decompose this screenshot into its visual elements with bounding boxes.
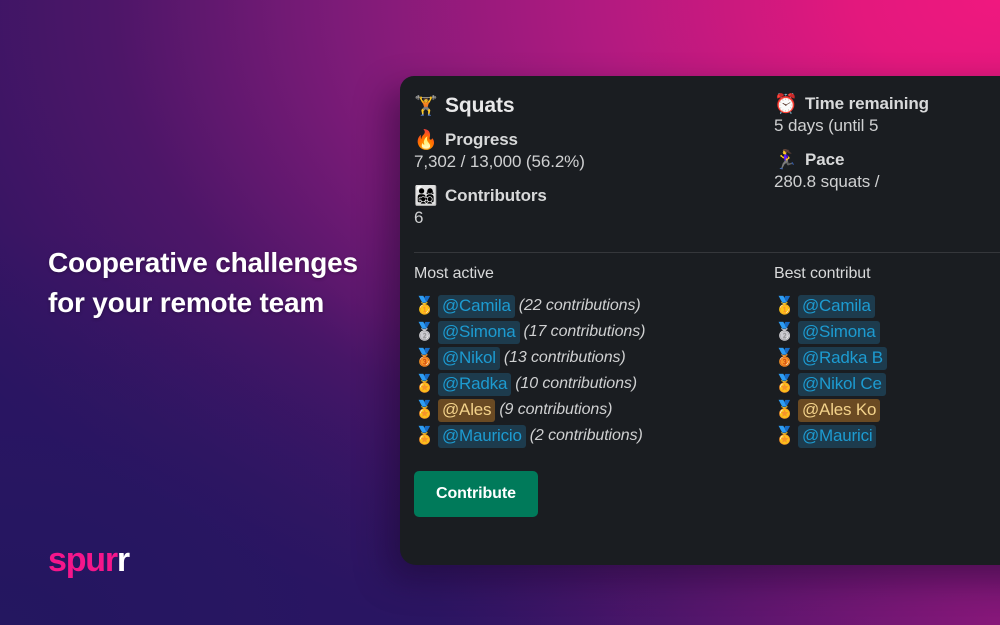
list-item: 🏅 @Maurici bbox=[774, 423, 1000, 449]
contribute-button[interactable]: Contribute bbox=[414, 471, 538, 517]
best-contributors-entries: 🥇 @Camila 🥈 @Simona 🥉 @Radka B 🏅 @Nikol … bbox=[774, 293, 1000, 449]
list-item: 🥉 @Radka B bbox=[774, 345, 1000, 371]
user-mention[interactable]: @Radka B bbox=[798, 346, 887, 370]
list-item: 🏅 @Nikol Ce bbox=[774, 371, 1000, 397]
list-item: 🏅 @Ales Ko bbox=[774, 397, 1000, 423]
progress-label-row: 🔥 Progress bbox=[414, 130, 744, 150]
silver-medal-icon: 🥈 bbox=[774, 321, 796, 342]
most-active-entries: 🥇 @Camila (22 contributions) 🥈 @Simona (… bbox=[414, 293, 750, 449]
user-mention[interactable]: @Camila bbox=[438, 294, 515, 318]
list-item: 🏅 @Ales (9 contributions) bbox=[414, 397, 750, 423]
fire-icon: 🔥 bbox=[414, 128, 438, 151]
logo-text-secondary: r bbox=[116, 541, 130, 579]
progress-label: Progress bbox=[445, 130, 518, 149]
contributors-value: 6 bbox=[414, 208, 424, 227]
sports-medal-icon: 🏅 bbox=[414, 399, 436, 420]
card-stats-section: 🏋️ Squats 🔥 Progress 7,302 / 13,000 (56.… bbox=[400, 94, 1000, 242]
list-item: 🥇 @Camila (22 contributions) bbox=[414, 293, 750, 319]
slack-challenge-card: 🏋️ Squats 🔥 Progress 7,302 / 13,000 (56.… bbox=[400, 76, 1000, 565]
page-headline: Cooperative challenges for your remote t… bbox=[48, 247, 358, 318]
sports-medal-icon: 🏅 bbox=[774, 425, 796, 446]
gold-medal-icon: 🥇 bbox=[414, 295, 436, 316]
gold-medal-icon: 🥇 bbox=[774, 295, 796, 316]
bronze-medal-icon: 🥉 bbox=[774, 347, 796, 368]
user-mention[interactable]: @Simona bbox=[438, 320, 520, 344]
list-item: 🥇 @Camila bbox=[774, 293, 1000, 319]
most-active-list: Most active 🥇 @Camila (22 contributions)… bbox=[400, 265, 760, 449]
list-item: 🥈 @Simona (17 contributions) bbox=[414, 319, 750, 345]
weight-lifter-icon: 🏋️ bbox=[414, 94, 438, 117]
list-item: 🥉 @Nikol (13 contributions) bbox=[414, 345, 750, 371]
contribution-count: (9 contributions) bbox=[499, 401, 613, 418]
list-item: 🏅 @Radka (10 contributions) bbox=[414, 371, 750, 397]
pace-value: 280.8 squats / bbox=[774, 172, 880, 191]
user-mention[interactable]: @Nikol Ce bbox=[798, 372, 886, 396]
contribution-count: (22 contributions) bbox=[518, 297, 641, 314]
user-mention[interactable]: @Nikol bbox=[438, 346, 500, 370]
card-actions: Contribute bbox=[400, 449, 1000, 517]
runner-icon: 🏃‍♀️ bbox=[774, 148, 798, 171]
user-mention[interactable]: @Radka bbox=[438, 372, 512, 396]
sports-medal-icon: 🏅 bbox=[774, 373, 796, 394]
contribution-count: (2 contributions) bbox=[529, 427, 643, 444]
contribution-count: (17 contributions) bbox=[523, 323, 646, 340]
time-remaining-value: 5 days (until 5 bbox=[774, 116, 879, 135]
stats-column-left: 🏋️ Squats 🔥 Progress 7,302 / 13,000 (56.… bbox=[400, 94, 760, 242]
list-item: 🏅 @Mauricio (2 contributions) bbox=[414, 423, 750, 449]
pace-label: Pace bbox=[805, 150, 845, 169]
user-mention[interactable]: @Mauricio bbox=[438, 424, 526, 448]
contributors-label-row: 👨‍👩‍👧‍👦 Contributors bbox=[414, 186, 744, 206]
family-icon: 👨‍👩‍👧‍👦 bbox=[414, 184, 438, 207]
user-mention[interactable]: @Simona bbox=[798, 320, 880, 344]
contributors-label: Contributors bbox=[445, 186, 547, 205]
user-mention[interactable]: @Maurici bbox=[798, 424, 877, 448]
list-item: 🥈 @Simona bbox=[774, 319, 1000, 345]
alarm-clock-icon: ⏰ bbox=[774, 92, 798, 115]
progress-value: 7,302 / 13,000 (56.2%) bbox=[414, 152, 585, 171]
logo-text-primary: spur bbox=[48, 541, 118, 579]
user-mention-self[interactable]: @Ales Ko bbox=[798, 398, 881, 422]
sports-medal-icon: 🏅 bbox=[414, 373, 436, 394]
challenge-title-row: 🏋️ Squats bbox=[414, 94, 744, 118]
best-contributors-title: Best contribut bbox=[774, 265, 871, 282]
sports-medal-icon: 🏅 bbox=[774, 399, 796, 420]
most-active-title: Most active bbox=[414, 265, 494, 282]
user-mention-self[interactable]: @Ales bbox=[438, 398, 496, 422]
time-remaining-label: Time remaining bbox=[805, 94, 929, 113]
best-contributors-list: Best contribut 🥇 @Camila 🥈 @Simona 🥉 @Ra… bbox=[760, 265, 1000, 449]
stats-column-right: ⏰ Time remaining 5 days (until 5 🏃‍♀️ Pa… bbox=[760, 94, 1000, 242]
silver-medal-icon: 🥈 bbox=[414, 321, 436, 342]
bronze-medal-icon: 🥉 bbox=[414, 347, 436, 368]
card-lists-section: Most active 🥇 @Camila (22 contributions)… bbox=[400, 253, 1000, 449]
spurr-logo: spurr bbox=[48, 541, 130, 579]
challenge-title: Squats bbox=[445, 94, 515, 117]
sports-medal-icon: 🏅 bbox=[414, 425, 436, 446]
pace-label-row: 🏃‍♀️ Pace bbox=[774, 150, 1000, 170]
contribution-count: (10 contributions) bbox=[515, 375, 638, 392]
user-mention[interactable]: @Camila bbox=[798, 294, 875, 318]
contribution-count: (13 contributions) bbox=[503, 349, 626, 366]
time-remaining-label-row: ⏰ Time remaining bbox=[774, 94, 1000, 114]
